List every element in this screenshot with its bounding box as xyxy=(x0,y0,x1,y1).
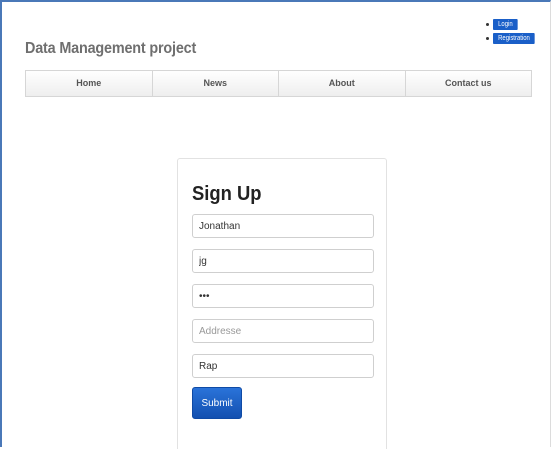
page-frame: Data Management project Login Registrati… xyxy=(0,0,551,449)
genre-input[interactable] xyxy=(192,354,374,378)
nav-item-home[interactable]: Home xyxy=(26,71,153,96)
main-nav: Home News About Contact us xyxy=(25,70,532,97)
login-button[interactable]: Login xyxy=(493,18,518,30)
auth-links: Login Registration xyxy=(486,18,542,46)
first-name-input[interactable] xyxy=(192,214,374,238)
nav-item-contact[interactable]: Contact us xyxy=(406,71,532,96)
password-input[interactable] xyxy=(192,284,374,308)
submit-button[interactable]: Submit xyxy=(192,387,242,419)
nav-item-about[interactable]: About xyxy=(279,71,406,96)
form-title: Sign Up xyxy=(192,183,262,205)
registration-button[interactable]: Registration xyxy=(493,32,535,44)
signup-form: Sign Up Submit xyxy=(177,158,387,449)
auth-link-login-item: Login xyxy=(486,18,542,30)
last-name-input[interactable] xyxy=(192,249,374,273)
auth-link-register-item: Registration xyxy=(486,32,542,44)
bullet-icon xyxy=(486,22,489,26)
site-title: Data Management project xyxy=(25,40,197,57)
address-input[interactable] xyxy=(192,319,374,343)
nav-item-news[interactable]: News xyxy=(153,71,279,96)
bullet-icon xyxy=(486,36,489,40)
